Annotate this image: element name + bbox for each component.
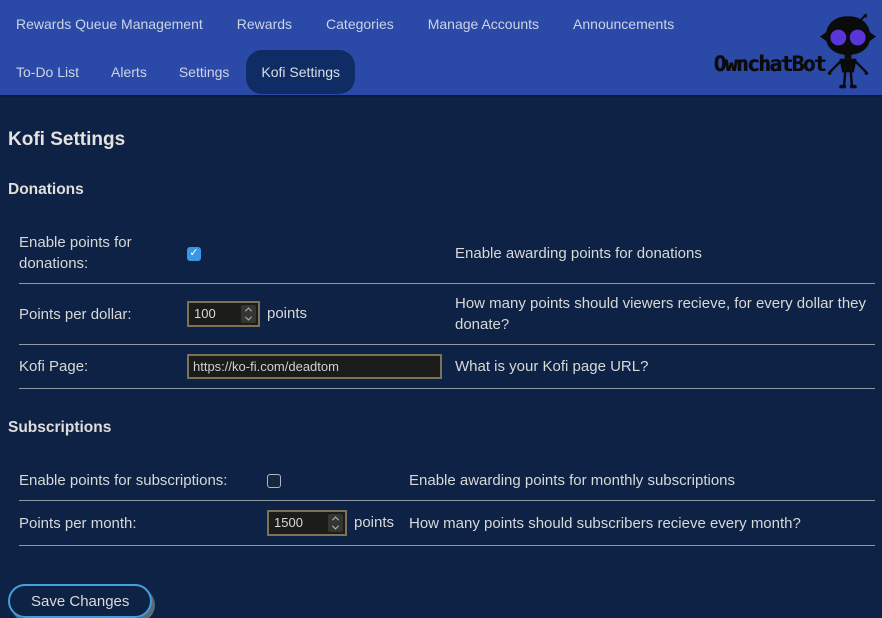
points-per-month-input[interactable]: 1500	[267, 510, 347, 536]
spinner-down-icon[interactable]	[332, 523, 339, 530]
table-row: Enable points for subscriptions: Enable …	[19, 461, 875, 501]
nav-to-do-list[interactable]: To-Do List	[16, 64, 79, 80]
field-description: Enable awarding points for donations	[455, 245, 702, 262]
points-per-dollar-input[interactable]: 100	[187, 301, 260, 327]
enable-donations-checkbox[interactable]: ✓	[187, 247, 201, 261]
field-label: Enable points for subscriptions:	[19, 472, 227, 489]
table-row: Points per month: 1500 points How many p…	[19, 501, 875, 546]
field-description: What is your Kofi page URL?	[455, 358, 648, 375]
points-per-month-value: 1500	[269, 514, 328, 532]
ownchatbot-logo: OwnchatBot	[714, 14, 877, 92]
nav-announcements[interactable]: Announcements	[573, 16, 674, 32]
page-title: Kofi Settings	[8, 129, 875, 151]
table-row: Points per dollar: 100 points How many p…	[19, 284, 875, 345]
nav-settings[interactable]: Settings	[179, 64, 230, 80]
table-row: Enable points for donations: ✓ Enable aw…	[19, 223, 875, 284]
field-label: Kofi Page:	[19, 358, 88, 375]
unit-suffix: points	[267, 305, 307, 322]
field-label: Points per dollar:	[19, 306, 132, 323]
nav-categories[interactable]: Categories	[326, 16, 394, 32]
top-navigation: Rewards Queue Management Rewards Categor…	[0, 0, 882, 97]
points-per-dollar-value: 100	[189, 305, 241, 323]
nav-rewards-queue-management[interactable]: Rewards Queue Management	[16, 16, 203, 32]
save-changes-button[interactable]: Save Changes	[8, 584, 152, 618]
number-spinner[interactable]	[328, 514, 343, 532]
field-label: Enable points for donations:	[19, 234, 132, 272]
enable-subscriptions-checkbox[interactable]	[267, 474, 281, 488]
field-label: Points per month:	[19, 515, 137, 532]
nav-manage-accounts[interactable]: Manage Accounts	[428, 16, 539, 32]
unit-suffix: points	[354, 514, 394, 531]
donations-settings-table: Enable points for donations: ✓ Enable aw…	[19, 223, 875, 389]
field-description: How many points should subscribers recie…	[409, 515, 801, 532]
main-content: Kofi Settings Donations Enable points fo…	[0, 129, 882, 618]
kofi-page-input[interactable]	[187, 354, 442, 379]
nav-kofi-settings-active-tab[interactable]: Kofi Settings	[246, 50, 355, 94]
ownchatbot-robot-icon	[819, 14, 877, 92]
subscriptions-settings-table: Enable points for subscriptions: Enable …	[19, 461, 875, 546]
donations-section-heading: Donations	[8, 181, 875, 199]
logo-text: OwnchatBot	[714, 52, 825, 76]
number-spinner[interactable]	[241, 305, 256, 323]
subscriptions-section-heading: Subscriptions	[8, 419, 875, 437]
nav-alerts[interactable]: Alerts	[111, 64, 147, 80]
nav-rewards[interactable]: Rewards	[237, 16, 292, 32]
spinner-down-icon[interactable]	[245, 314, 252, 321]
table-row: Kofi Page: What is your Kofi page URL?	[19, 345, 875, 389]
field-description: How many points should viewers recieve, …	[455, 295, 866, 333]
field-description: Enable awarding points for monthly subsc…	[409, 472, 735, 489]
